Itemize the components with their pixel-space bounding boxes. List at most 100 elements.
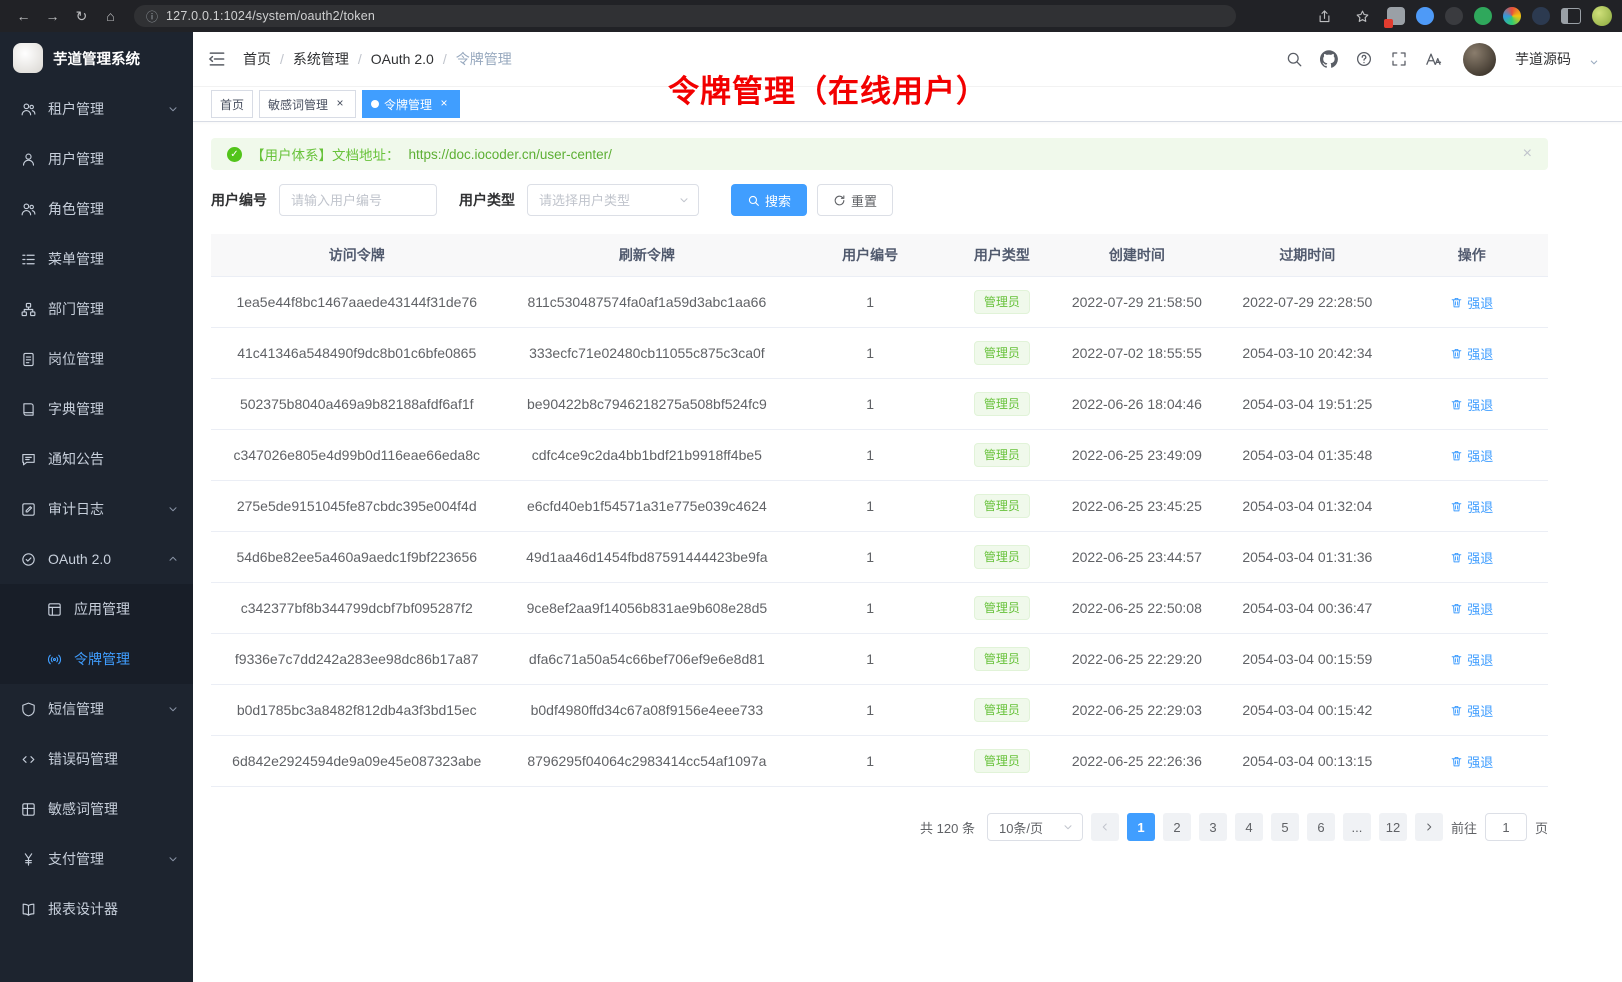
sidebar-item-report[interactable]: 报表设计器 <box>0 884 193 934</box>
sidebar-item-label: 岗位管理 <box>48 349 104 369</box>
search-button[interactable]: 搜索 <box>731 184 807 216</box>
sidebar-item-errcode[interactable]: 错误码管理 <box>0 734 193 784</box>
breadcrumb-item[interactable]: 首页 <box>243 49 271 69</box>
sidebar-item-menu[interactable]: 菜单管理 <box>0 234 193 284</box>
page-3-button[interactable]: 3 <box>1199 813 1227 841</box>
browser-profile-avatar[interactable] <box>1592 6 1612 26</box>
browser-home-icon[interactable]: ⌂ <box>97 4 124 28</box>
force-logout-button[interactable]: 强退 <box>1450 599 1493 618</box>
user-menu-caret-icon[interactable] <box>1588 56 1600 68</box>
tab-close-icon[interactable]: × <box>437 97 451 111</box>
force-logout-button[interactable]: 强退 <box>1450 752 1493 771</box>
extension-icon-4[interactable] <box>1474 7 1492 25</box>
search-icon[interactable] <box>1285 50 1303 68</box>
browser-address-bar[interactable]: ⓘ 127.0.0.1:1024/system/oauth2/token <box>134 5 1236 27</box>
goto-page-input[interactable] <box>1485 813 1527 841</box>
browser-refresh-icon[interactable]: ↻ <box>68 4 95 28</box>
breadcrumb-item[interactable]: 系统管理 <box>293 49 349 69</box>
force-logout-button[interactable]: 强退 <box>1450 548 1493 567</box>
extension-icon-2[interactable] <box>1416 7 1434 25</box>
header-actions: 芋道源码 <box>1285 43 1600 76</box>
access-token-cell: c347026e805e4d99b0d116eae66eda8c <box>211 430 502 481</box>
column-header: 访问令牌 <box>211 234 502 277</box>
sidebar-panel-icon[interactable] <box>1561 8 1581 24</box>
sidebar-item-app[interactable]: 应用管理 <box>0 584 193 634</box>
page-size-select[interactable] <box>987 813 1083 841</box>
sidebar-item-notice[interactable]: 通知公告 <box>0 434 193 484</box>
sidebar-toggle-icon[interactable] <box>207 49 227 69</box>
column-header: 用户编号 <box>791 234 949 277</box>
sidebar-item-role[interactable]: 角色管理 <box>0 184 193 234</box>
page-info-icon[interactable]: ⓘ <box>146 8 158 25</box>
page-4-button[interactable]: 4 <box>1235 813 1263 841</box>
sidebar-item-token[interactable]: 令牌管理 <box>0 634 193 684</box>
doc-link[interactable]: https://doc.iocoder.cn/user-center/ <box>409 147 612 162</box>
user-id-input[interactable] <box>279 184 437 216</box>
post-icon <box>20 351 37 368</box>
force-logout-button[interactable]: 强退 <box>1450 497 1493 516</box>
sidebar-item-dept[interactable]: 部门管理 <box>0 284 193 334</box>
alert-close-icon[interactable]: × <box>1523 145 1532 163</box>
page-6-button[interactable]: 6 <box>1307 813 1335 841</box>
sidebar-item-pay[interactable]: 支付管理 <box>0 834 193 884</box>
tab-close-icon[interactable]: × <box>333 97 347 111</box>
tab-token[interactable]: 令牌管理 × <box>362 90 460 118</box>
create-time-cell: 2022-07-29 21:58:50 <box>1055 277 1219 328</box>
extension-icon-1[interactable] <box>1387 7 1405 25</box>
force-logout-button[interactable]: 强退 <box>1450 446 1493 465</box>
tab-home[interactable]: 首页 <box>211 90 253 118</box>
user-name[interactable]: 芋道源码 <box>1515 49 1571 69</box>
next-page-button[interactable] <box>1415 813 1443 841</box>
user-type-select[interactable] <box>527 184 699 216</box>
user-id-cell: 1 <box>791 481 949 532</box>
delete-icon <box>1450 551 1463 564</box>
force-logout-button[interactable]: 强退 <box>1450 650 1493 669</box>
table-body: 1ea5e44f8bc1467aaede43144f31de76811c5304… <box>211 277 1548 787</box>
chevron-down-icon <box>167 103 179 115</box>
user-avatar[interactable] <box>1463 43 1496 76</box>
sidebar-item-post[interactable]: 岗位管理 <box>0 334 193 384</box>
font-size-icon[interactable] <box>1425 50 1443 68</box>
sidebar-item-sensitive[interactable]: 敏感词管理 <box>0 784 193 834</box>
sidebar: 芋道管理系统 租户管理用户管理角色管理菜单管理部门管理岗位管理字典管理通知公告审… <box>0 32 193 982</box>
page-5-button[interactable]: 5 <box>1271 813 1299 841</box>
sidebar-item-log[interactable]: 审计日志 <box>0 484 193 534</box>
page-size-input[interactable] <box>987 813 1083 841</box>
sidebar-item-label: 租户管理 <box>48 99 104 119</box>
sidebar-item-dict[interactable]: 字典管理 <box>0 384 193 434</box>
user-id-cell: 1 <box>791 532 949 583</box>
breadcrumb-separator: / <box>358 51 362 67</box>
app-logo-row[interactable]: 芋道管理系统 <box>0 32 193 84</box>
fullscreen-icon[interactable] <box>1390 50 1408 68</box>
tab-label: 令牌管理 <box>384 96 432 113</box>
sidebar-item-oauth[interactable]: OAuth 2.0 <box>0 534 193 584</box>
help-icon[interactable] <box>1355 50 1373 68</box>
extension-icon-3[interactable] <box>1445 7 1463 25</box>
extension-icon-6[interactable] <box>1532 7 1550 25</box>
force-logout-button[interactable]: 强退 <box>1450 395 1493 414</box>
browser-forward-icon[interactable]: → <box>39 4 66 28</box>
errcode-icon <box>20 751 37 768</box>
browser-back-icon[interactable]: ← <box>10 4 37 28</box>
user-id-cell: 1 <box>791 583 949 634</box>
user-type-select-input[interactable] <box>527 184 699 216</box>
force-logout-button[interactable]: 强退 <box>1450 701 1493 720</box>
sidebar-item-tenant[interactable]: 租户管理 <box>0 84 193 134</box>
tab-sensitive-word[interactable]: 敏感词管理× <box>259 90 356 118</box>
extension-icon-5[interactable] <box>1503 7 1521 25</box>
page-1-button[interactable]: 1 <box>1127 813 1155 841</box>
page-ellipsis-button[interactable]: ... <box>1343 813 1371 841</box>
sidebar-item-sms[interactable]: 短信管理 <box>0 684 193 734</box>
page-12-button[interactable]: 12 <box>1379 813 1407 841</box>
bookmark-star-icon[interactable] <box>1349 4 1376 28</box>
github-icon[interactable] <box>1320 50 1338 68</box>
page-2-button[interactable]: 2 <box>1163 813 1191 841</box>
force-logout-button[interactable]: 强退 <box>1450 293 1493 312</box>
token-row: 41c41346a548490f9dc8b01c6bfe0865333ecfc7… <box>211 328 1548 379</box>
force-logout-button[interactable]: 强退 <box>1450 344 1493 363</box>
sidebar-item-user[interactable]: 用户管理 <box>0 134 193 184</box>
prev-page-button[interactable] <box>1091 813 1119 841</box>
breadcrumb-item[interactable]: OAuth 2.0 <box>371 51 434 67</box>
share-icon[interactable] <box>1311 4 1338 28</box>
reset-button[interactable]: 重置 <box>817 184 893 216</box>
